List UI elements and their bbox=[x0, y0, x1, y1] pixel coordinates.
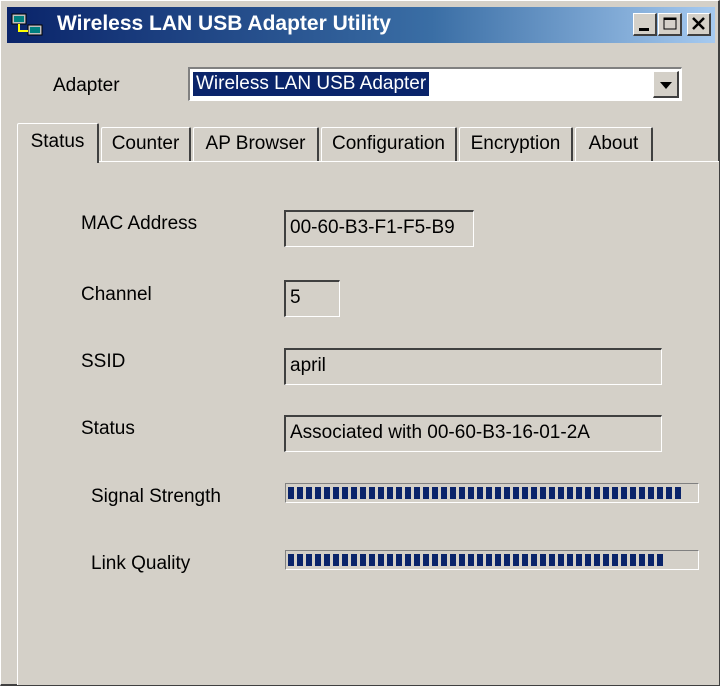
tab-about[interactable]: About bbox=[575, 127, 653, 161]
close-button[interactable] bbox=[687, 13, 711, 36]
chevron-down-icon bbox=[660, 82, 672, 89]
tab-encryption[interactable]: Encryption bbox=[459, 127, 573, 161]
ssid-label: SSID bbox=[81, 351, 126, 372]
maximize-button[interactable] bbox=[658, 13, 682, 36]
adapter-label: Adapter bbox=[53, 75, 120, 96]
status-field: Associated with 00-60-B3-16-01-2A bbox=[284, 415, 662, 452]
tab-label: About bbox=[588, 133, 639, 154]
ssid-field: april bbox=[284, 348, 662, 385]
signal-strength-meter bbox=[285, 483, 699, 503]
link-quality-fill bbox=[288, 554, 663, 566]
tab-label: Counter bbox=[111, 133, 180, 154]
signal-strength-label: Signal Strength bbox=[91, 486, 221, 507]
tab-strip: Status Counter AP Browser Configuration … bbox=[17, 123, 717, 163]
tab-configuration[interactable]: Configuration bbox=[321, 127, 457, 161]
mac-address-label: MAC Address bbox=[81, 213, 198, 234]
network-app-icon bbox=[11, 13, 45, 39]
minimize-icon bbox=[639, 28, 649, 31]
channel-field: 5 bbox=[284, 280, 340, 317]
link-quality-label: Link Quality bbox=[91, 553, 191, 574]
title-bar[interactable]: Wireless LAN USB Adapter Utility bbox=[7, 7, 715, 43]
channel-label: Channel bbox=[81, 284, 152, 305]
tab-label: Status bbox=[30, 131, 85, 152]
window-title: Wireless LAN USB Adapter Utility bbox=[57, 12, 391, 35]
signal-strength-fill bbox=[288, 487, 684, 499]
close-icon bbox=[692, 17, 705, 30]
dropdown-button[interactable] bbox=[653, 71, 679, 98]
status-label: Status bbox=[81, 418, 135, 439]
maximize-icon bbox=[663, 17, 677, 30]
adapter-select[interactable]: Wireless LAN USB Adapter bbox=[188, 67, 682, 101]
tab-status[interactable]: Status bbox=[17, 123, 99, 163]
tab-label: AP Browser bbox=[205, 133, 306, 154]
tab-counter[interactable]: Counter bbox=[101, 127, 191, 161]
mac-address-field: 00-60-B3-F1-F5-B9 bbox=[284, 210, 474, 247]
tab-ap-browser[interactable]: AP Browser bbox=[193, 127, 319, 161]
utility-window: Wireless LAN USB Adapter Utility Adapter… bbox=[0, 0, 720, 686]
link-quality-meter bbox=[285, 550, 699, 570]
adapter-select-value: Wireless LAN USB Adapter bbox=[193, 72, 430, 96]
minimize-button[interactable] bbox=[633, 13, 657, 36]
tab-label: Encryption bbox=[470, 133, 561, 154]
tab-label: Configuration bbox=[331, 133, 446, 154]
